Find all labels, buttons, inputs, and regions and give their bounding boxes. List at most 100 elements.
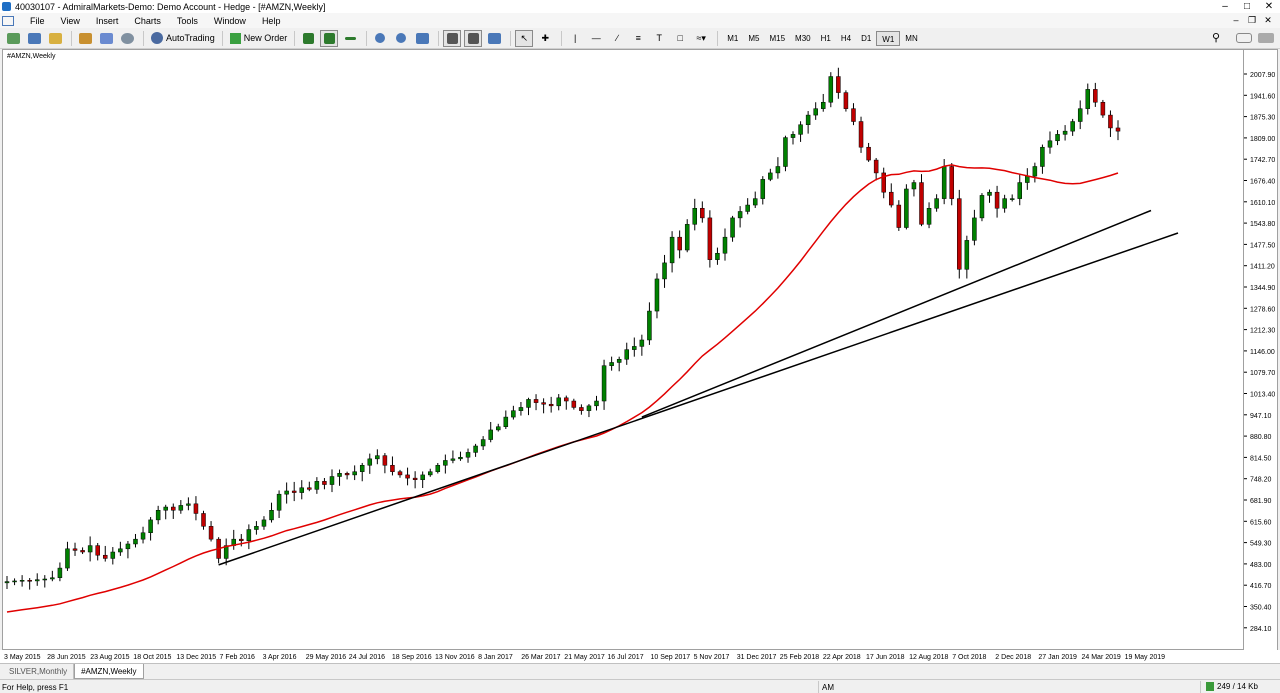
menu-insert[interactable]: Insert xyxy=(88,16,127,26)
chart-minimize-button[interactable]: – xyxy=(1228,13,1244,28)
navigator-icon[interactable] xyxy=(76,30,94,47)
price-chart[interactable] xyxy=(3,50,1243,649)
candle-body xyxy=(1093,89,1098,103)
candle-body xyxy=(684,224,690,251)
zoom-in-icon[interactable] xyxy=(371,30,389,47)
horizontal-line-icon[interactable]: — xyxy=(587,30,605,47)
vertical-line-icon[interactable]: | xyxy=(566,30,584,47)
close-button[interactable]: ✕ xyxy=(1258,0,1280,13)
chart-restore-button[interactable]: ❐ xyxy=(1244,13,1260,28)
menu-charts[interactable]: Charts xyxy=(126,16,169,26)
menu-window[interactable]: Window xyxy=(206,16,254,26)
search-icon[interactable]: ⚲ xyxy=(1212,31,1220,44)
price-tick-label: 947.10 xyxy=(1250,413,1272,420)
candle-body xyxy=(609,362,614,366)
label-icon[interactable]: □ xyxy=(671,30,689,47)
price-tick-label: 2007.90 xyxy=(1250,72,1275,79)
fibonacci-icon[interactable]: ≡ xyxy=(629,30,647,47)
candle-body xyxy=(586,405,592,411)
candle-body xyxy=(594,400,599,407)
line-chart-icon[interactable] xyxy=(341,30,359,47)
chart-close-button[interactable]: ✕ xyxy=(1260,13,1276,28)
candle-body xyxy=(768,172,773,180)
timeframe-m15[interactable]: M15 xyxy=(764,31,790,46)
market-watch-icon[interactable] xyxy=(46,30,64,47)
candle-body xyxy=(1009,198,1015,200)
candle-body xyxy=(1077,108,1083,122)
candle-body xyxy=(579,407,584,411)
date-tick-label: 16 Jul 2017 xyxy=(607,654,643,661)
candle-body xyxy=(307,487,312,490)
menu-help[interactable]: Help xyxy=(254,16,289,26)
autotrading-button[interactable]: AutoTrading xyxy=(148,32,218,44)
candle-body xyxy=(828,76,834,103)
trendline-icon[interactable]: ∕ xyxy=(608,30,626,47)
date-tick-label: 7 Oct 2018 xyxy=(952,654,986,661)
chart-window-icon[interactable] xyxy=(2,15,14,26)
date-tick-label: 8 Jan 2017 xyxy=(478,654,513,661)
chart-shift-icon[interactable] xyxy=(464,29,483,47)
candle-body xyxy=(186,503,191,506)
candle-body xyxy=(511,410,516,418)
new-chart-icon[interactable] xyxy=(4,30,22,47)
profiles-icon[interactable] xyxy=(25,30,43,47)
cursor-icon[interactable]: ↖ xyxy=(515,29,534,47)
timeframe-d1[interactable]: D1 xyxy=(856,31,876,46)
candle-body xyxy=(601,365,607,402)
tile-windows-icon[interactable] xyxy=(413,30,431,47)
candle-body xyxy=(473,445,478,453)
menu-file[interactable]: File xyxy=(22,16,53,26)
time-axis-labels: 3 May 2015 28 Jun 2015 23 Aug 2015 18 Oct 2… xyxy=(4,654,1166,661)
crosshair-icon[interactable]: ✚ xyxy=(536,30,554,47)
maximize-button[interactable]: □ xyxy=(1236,0,1258,13)
status-session: AM xyxy=(822,683,834,692)
timeframe-h4[interactable]: H4 xyxy=(836,31,856,46)
timeframe-mn[interactable]: MN xyxy=(900,31,922,46)
minimize-button[interactable]: – xyxy=(1214,0,1236,13)
bar-chart-icon[interactable] xyxy=(299,30,317,47)
shapes-dropdown-icon[interactable]: ≈▾ xyxy=(692,30,710,47)
candle-body xyxy=(760,179,766,199)
chart-area[interactable]: #AMZN,Weekly xyxy=(2,49,1244,650)
candle-body xyxy=(80,550,85,553)
trendline-lower xyxy=(218,232,1179,566)
text-icon[interactable]: T xyxy=(650,30,668,47)
tab-amzn-weekly[interactable]: #AMZN,Weekly xyxy=(74,664,144,679)
timeframe-h1[interactable]: H1 xyxy=(816,31,836,46)
candle-body xyxy=(269,509,274,521)
candle-body xyxy=(972,217,977,241)
date-tick-label: 24 Jul 2016 xyxy=(349,654,385,661)
auto-scroll-icon[interactable] xyxy=(443,29,462,47)
candle-body xyxy=(133,538,138,545)
terminal-icon[interactable] xyxy=(97,30,115,47)
candle-body xyxy=(103,554,108,559)
candle-body xyxy=(420,474,425,480)
zoom-out-icon[interactable] xyxy=(392,30,410,47)
menu-view[interactable]: View xyxy=(53,16,88,26)
account-icon[interactable] xyxy=(1258,33,1274,43)
timeframe-w1[interactable]: W1 xyxy=(876,30,901,46)
candle-body xyxy=(110,551,116,559)
candle-body xyxy=(503,416,509,427)
candle-body xyxy=(488,429,493,440)
date-tick-label: 19 May 2019 xyxy=(1125,654,1166,661)
candle-body xyxy=(1032,166,1038,177)
date-tick-label: 31 Dec 2017 xyxy=(737,654,777,661)
strategy-tester-icon[interactable] xyxy=(118,30,136,47)
timeframe-m5[interactable]: M5 xyxy=(743,31,764,46)
price-tick-label: 1742.70 xyxy=(1250,157,1275,164)
candlestick-icon[interactable] xyxy=(320,29,339,47)
candle-body xyxy=(889,191,894,206)
tab-silver-monthly[interactable]: SILVER,Monthly xyxy=(3,664,75,679)
price-axis[interactable]: 2007.90 1941.60 1875.30 1809.00 1742.70 1676.… xyxy=(1244,49,1278,650)
chat-icon[interactable] xyxy=(1236,33,1252,43)
candle-body xyxy=(299,487,305,493)
templates-icon[interactable] xyxy=(485,30,503,47)
price-tick-label: 1809.00 xyxy=(1250,136,1275,143)
candle-body xyxy=(4,581,10,584)
timeframe-m30[interactable]: M30 xyxy=(790,31,816,46)
new-order-button[interactable]: New Order xyxy=(227,32,291,44)
timeframe-m1[interactable]: M1 xyxy=(722,31,743,46)
menu-tools[interactable]: Tools xyxy=(169,16,206,26)
candle-body xyxy=(435,465,441,472)
